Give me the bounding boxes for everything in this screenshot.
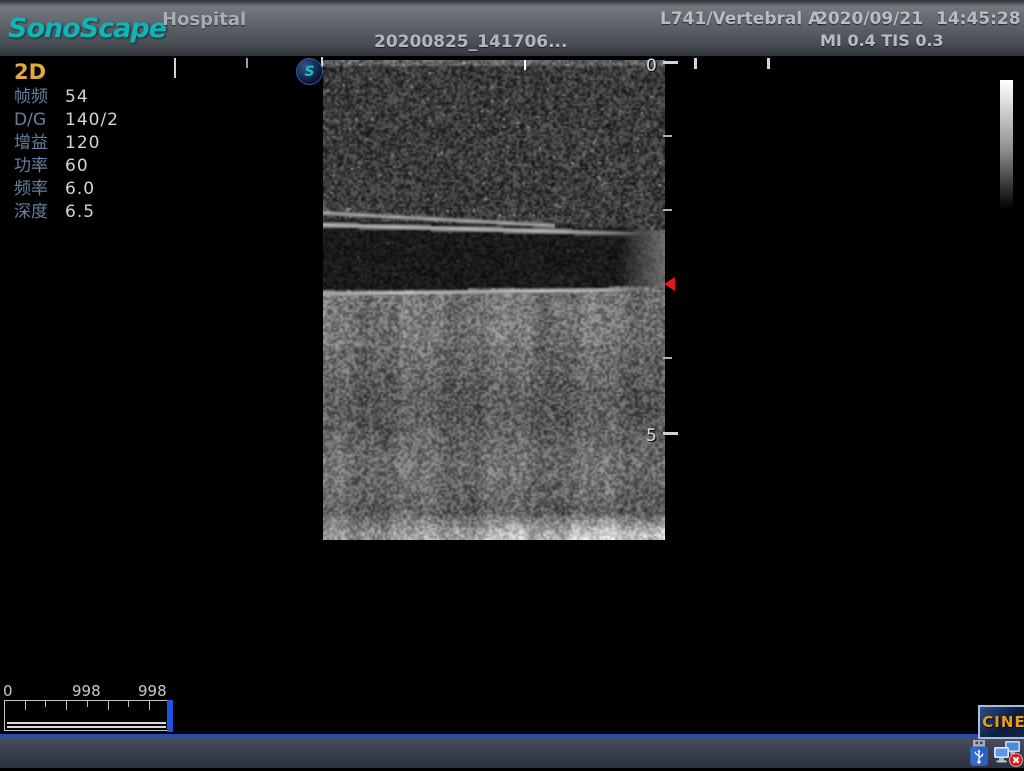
cine-total-frames: 998 — [138, 682, 167, 700]
param-value: 6.5 — [65, 201, 95, 224]
width-ruler-tick-icon — [767, 58, 770, 69]
probe-preset: L741/Vertebral A — [660, 9, 821, 29]
depth-ruler-tick-icon — [663, 357, 672, 359]
header-bar: SonoScape Hospital 20200825_141706... L7… — [0, 0, 1024, 56]
param-row: D/G140/2 — [14, 109, 119, 132]
cine-button-label: CINE — [982, 713, 1024, 731]
grayscale-bar — [1000, 80, 1013, 210]
width-ruler-major-tick-icon — [174, 58, 176, 78]
param-label: 深度 — [14, 201, 65, 224]
params-panel: 帧频54 D/G140/2 增益120 功率60 频率6.0 深度6.5 — [14, 86, 119, 224]
cine-current-frame: 998 — [72, 682, 101, 700]
usb-icon[interactable] — [967, 739, 991, 771]
focus-marker-icon[interactable] — [664, 277, 675, 291]
ultrasound-image — [323, 60, 665, 540]
clock: 14:45:28 — [936, 9, 1021, 29]
param-row: 功率60 — [14, 155, 119, 178]
brand-logo: SonoScape — [8, 13, 166, 44]
param-value: 54 — [65, 86, 89, 109]
exam-id: 20200825_141706... — [374, 32, 567, 52]
ultrasound-screen: { "header": { "brand": "SonoScape", "hos… — [0, 0, 1024, 768]
acoustic-output-readout: MI 0.4 TIS 0.3 — [820, 31, 944, 50]
orientation-marker: S — [296, 58, 323, 85]
param-value: 120 — [65, 132, 100, 155]
taskbar — [0, 737, 1024, 768]
param-label: 帧频 — [14, 86, 65, 109]
depth-ruler-tick-icon — [663, 209, 672, 211]
exam-date: 2020/09/21 — [816, 9, 923, 29]
param-row: 深度6.5 — [14, 201, 119, 224]
depth-ruler-tick-icon — [663, 135, 672, 137]
cine-position-indicator[interactable] — [167, 700, 173, 732]
cine-start-frame: 0 — [3, 682, 13, 700]
param-label: 频率 — [14, 178, 65, 201]
orientation-marker-letter: S — [304, 64, 314, 80]
param-label: 功率 — [14, 155, 65, 178]
param-value: 6.0 — [65, 178, 95, 201]
param-value: 60 — [65, 155, 89, 178]
param-row: 增益120 — [14, 132, 119, 155]
param-label: 增益 — [14, 132, 65, 155]
param-value: 140/2 — [65, 109, 119, 132]
mode-label: 2D — [14, 60, 46, 84]
width-ruler-tick-icon — [694, 58, 697, 69]
depth-ruler-major-tick-icon — [663, 432, 678, 435]
depth-label-top: 0 — [646, 56, 657, 76]
cine-button[interactable]: CINE — [978, 705, 1024, 739]
width-ruler-tick-icon — [246, 58, 248, 68]
param-row: 频率6.0 — [14, 178, 119, 201]
cine-scrubber[interactable] — [4, 700, 169, 731]
network-disconnected-icon[interactable] — [992, 739, 1024, 771]
depth-ruler-major-tick-icon — [663, 61, 678, 64]
depth-label-bottom: 5 — [646, 426, 657, 446]
hospital-name: Hospital — [162, 9, 246, 30]
param-label: D/G — [14, 109, 65, 132]
width-ruler-tick-icon — [524, 60, 526, 70]
param-row: 帧频54 — [14, 86, 119, 109]
